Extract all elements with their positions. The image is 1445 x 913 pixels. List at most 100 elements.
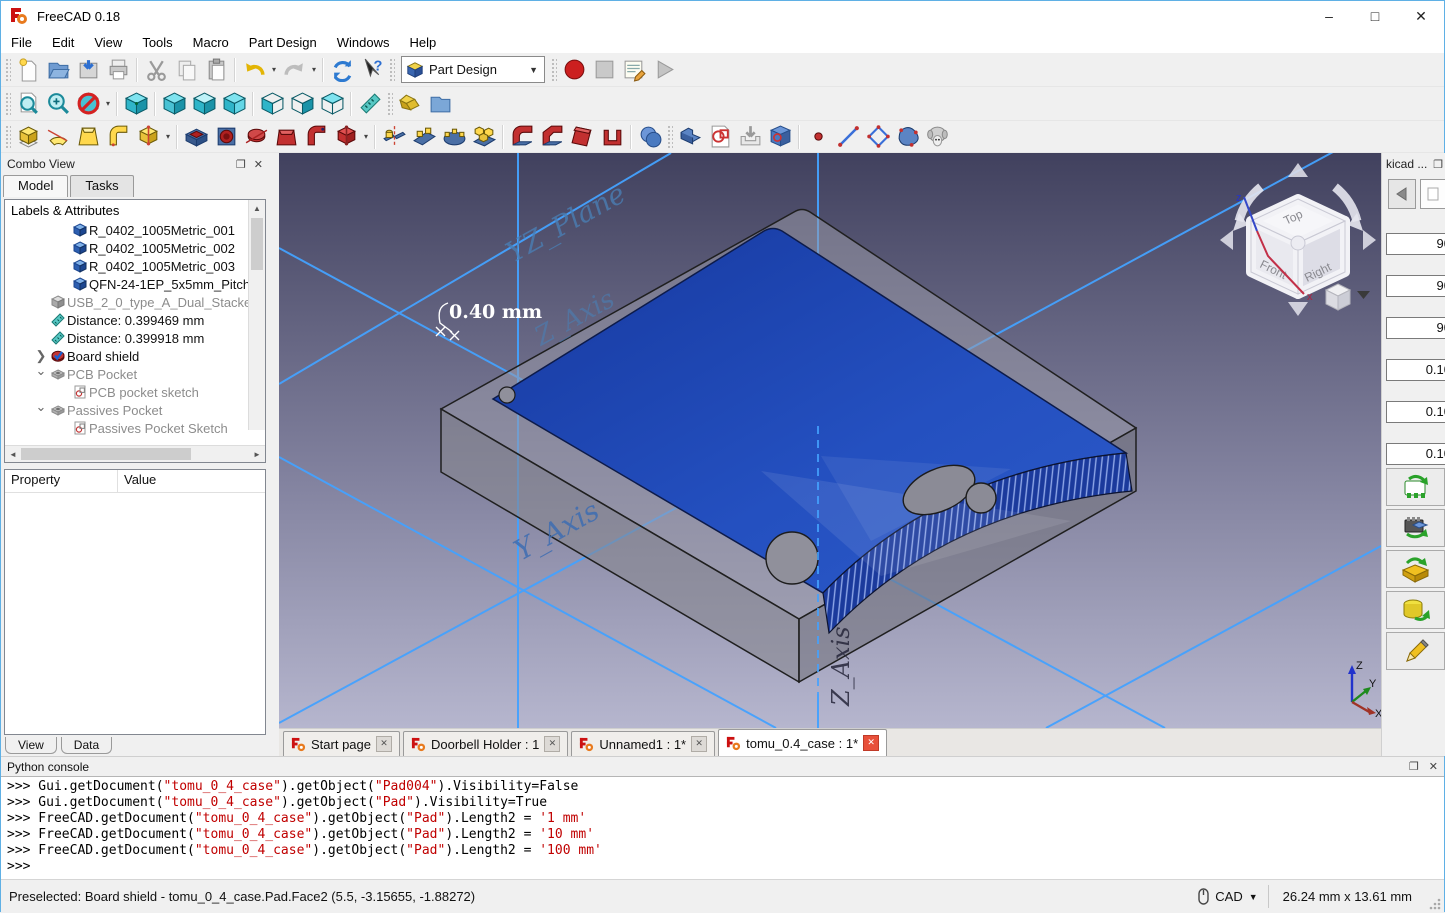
datum-point-button[interactable] bbox=[803, 122, 833, 152]
tree-item[interactable]: ❯Board shield bbox=[5, 347, 265, 365]
new-document-button[interactable] bbox=[13, 55, 43, 85]
tree-horizontal-scrollbar[interactable]: ◄ ► bbox=[5, 445, 265, 462]
document-tab[interactable]: Start page✕ bbox=[283, 731, 400, 756]
print-button[interactable] bbox=[103, 55, 133, 85]
view-left-button[interactable] bbox=[317, 89, 347, 119]
datum-line-button[interactable] bbox=[833, 122, 863, 152]
view-right-button[interactable] bbox=[219, 89, 249, 119]
navigation-style-selector[interactable]: CAD ▼ bbox=[1188, 888, 1267, 905]
view-bottom-button[interactable] bbox=[287, 89, 317, 119]
macro-play-button[interactable] bbox=[649, 55, 679, 85]
view-rear-button[interactable] bbox=[257, 89, 287, 119]
toolbar-grip[interactable] bbox=[387, 92, 393, 116]
refresh-button[interactable] bbox=[327, 55, 357, 85]
maximize-button[interactable]: □ bbox=[1352, 1, 1398, 31]
macro-record-button[interactable] bbox=[559, 55, 589, 85]
view-axonometric-button[interactable] bbox=[121, 89, 151, 119]
menu-view[interactable]: View bbox=[84, 33, 132, 52]
nav-mini-cube[interactable] bbox=[1326, 284, 1350, 310]
create-sketch-button[interactable] bbox=[705, 122, 735, 152]
document-tab[interactable]: tomu_0.4_case : 1*✕ bbox=[718, 729, 887, 756]
expander-expanded-icon[interactable]: ⌄ bbox=[33, 401, 49, 415]
macro-stop-button[interactable] bbox=[589, 55, 619, 85]
thickness-button[interactable] bbox=[597, 122, 627, 152]
model-tree[interactable]: Labels & Attributes R_0402_1005Metric_00… bbox=[4, 199, 266, 463]
close-panel-icon[interactable]: ✕ bbox=[254, 158, 263, 171]
tab-model[interactable]: Model bbox=[3, 175, 68, 197]
workbench-selector[interactable]: Part Design ▼ bbox=[401, 56, 545, 83]
close-tab-icon[interactable]: ✕ bbox=[691, 736, 707, 752]
close-tab-icon[interactable]: ✕ bbox=[544, 736, 560, 752]
toolbar-grip[interactable] bbox=[5, 125, 11, 149]
menu-help[interactable]: Help bbox=[399, 33, 446, 52]
scroll-left-icon[interactable]: ◄ bbox=[5, 450, 21, 459]
paste-button[interactable] bbox=[201, 55, 231, 85]
close-button[interactable]: ✕ bbox=[1398, 1, 1444, 31]
additive-pipe-button[interactable] bbox=[103, 122, 133, 152]
view-top-button[interactable] bbox=[189, 89, 219, 119]
shape-binder-button[interactable] bbox=[893, 122, 923, 152]
kicad-value-field-2[interactable]: 90 bbox=[1386, 275, 1445, 297]
document-tab[interactable]: Doorbell Holder : 1✕ bbox=[403, 731, 568, 756]
subtractive-dropdown[interactable]: ▾ bbox=[361, 122, 371, 152]
chamfer-button[interactable] bbox=[537, 122, 567, 152]
undo-dropdown[interactable]: ▾ bbox=[269, 55, 279, 85]
tree-item[interactable]: R_0402_1005Metric_002 bbox=[5, 239, 265, 257]
tab-view[interactable]: View bbox=[5, 737, 57, 754]
multitransform-button[interactable] bbox=[469, 122, 499, 152]
draw-style-button[interactable] bbox=[73, 89, 103, 119]
kicad-value-field-3[interactable]: 90 bbox=[1386, 317, 1445, 339]
tree-item[interactable]: ⌄PCB Pocket bbox=[5, 365, 265, 383]
open-document-button[interactable] bbox=[43, 55, 73, 85]
tree-vertical-scrollbar[interactable]: ▲ bbox=[248, 200, 265, 430]
pocket-button[interactable] bbox=[181, 122, 211, 152]
close-tab-icon[interactable]: ✕ bbox=[863, 735, 879, 751]
toolbar-grip[interactable] bbox=[551, 58, 557, 82]
tree-item[interactable]: R_0402_1005Metric_001 bbox=[5, 221, 265, 239]
primitive-sphere-button[interactable] bbox=[635, 122, 665, 152]
menu-part-design[interactable]: Part Design bbox=[239, 33, 327, 52]
additive-dropdown[interactable]: ▾ bbox=[163, 122, 173, 152]
group-folder-button[interactable] bbox=[425, 89, 455, 119]
menu-macro[interactable]: Macro bbox=[183, 33, 239, 52]
groove-button[interactable] bbox=[241, 122, 271, 152]
part-utility-button[interactable] bbox=[395, 89, 425, 119]
tree-item[interactable]: QFN-24-1EP_5x5mm_Pitch0.65 bbox=[5, 275, 265, 293]
whats-this-button[interactable]: ? bbox=[357, 55, 387, 85]
linear-pattern-button[interactable] bbox=[409, 122, 439, 152]
redo-button[interactable] bbox=[279, 55, 309, 85]
toolbar-grip[interactable] bbox=[667, 125, 673, 149]
draw-style-dropdown[interactable]: ▾ bbox=[103, 89, 113, 119]
toolbar-grip[interactable] bbox=[5, 92, 11, 116]
scroll-right-icon[interactable]: ► bbox=[249, 450, 265, 459]
mirrored-button[interactable] bbox=[379, 122, 409, 152]
tree-item[interactable]: Distance: 0.399469 mm bbox=[5, 311, 265, 329]
create-body-button[interactable] bbox=[675, 122, 705, 152]
subtractive-pipe-button[interactable] bbox=[301, 122, 331, 152]
menu-tools[interactable]: Tools bbox=[132, 33, 182, 52]
tree-item[interactable]: USB_2_0_type_A_Dual_Stacked_jac bbox=[5, 293, 265, 311]
clone-button[interactable] bbox=[923, 122, 953, 152]
tree-item[interactable]: R_0402_1005Metric_003 bbox=[5, 257, 265, 275]
undo-button[interactable] bbox=[239, 55, 269, 85]
kicad-export-footprint-button[interactable] bbox=[1386, 468, 1445, 506]
toolbar-grip[interactable] bbox=[389, 58, 395, 82]
edit-sketch-button[interactable] bbox=[765, 122, 795, 152]
kicad-value-field-4[interactable]: 0.10 bbox=[1386, 359, 1445, 381]
3d-viewport[interactable]: YZ_Plane Z_Axis Y_Axis Z_Axis 0.40 mm bbox=[279, 153, 1381, 728]
kicad-value-field-6[interactable]: 0.10 bbox=[1386, 443, 1445, 465]
tree-item[interactable]: PCB pocket sketch bbox=[5, 383, 265, 401]
measure-distance-button[interactable] bbox=[355, 89, 385, 119]
map-sketch-button[interactable] bbox=[735, 122, 765, 152]
kicad-value-field-5[interactable]: 0.10 bbox=[1386, 401, 1445, 423]
minimize-button[interactable]: – bbox=[1306, 1, 1352, 31]
pad-button[interactable] bbox=[13, 122, 43, 152]
zoom-button[interactable] bbox=[43, 89, 73, 119]
expander-collapsed-icon[interactable]: ❯ bbox=[33, 348, 49, 364]
subtractive-loft-button[interactable] bbox=[271, 122, 301, 152]
resize-grip[interactable] bbox=[1426, 895, 1442, 911]
tab-data[interactable]: Data bbox=[61, 737, 112, 754]
save-button[interactable] bbox=[73, 55, 103, 85]
fit-all-button[interactable] bbox=[13, 89, 43, 119]
macro-edit-button[interactable] bbox=[619, 55, 649, 85]
